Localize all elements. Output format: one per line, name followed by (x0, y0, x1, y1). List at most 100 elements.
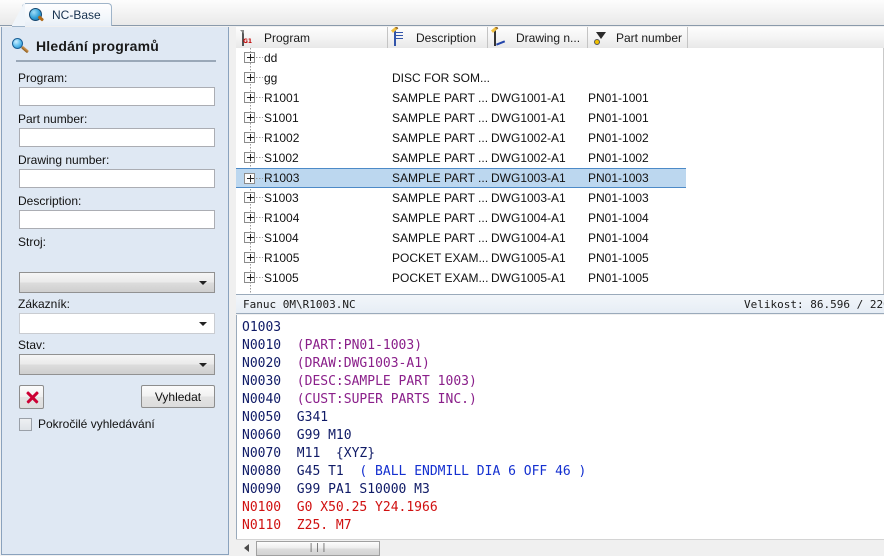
table-row[interactable]: S1002 SAMPLE PART ... DWG1002-A1 PN01-1002 (236, 148, 883, 168)
file-status-bar: Fanuc 0M\R1003.NC Velikost: 86.596 / 220… (236, 294, 884, 314)
tab-nc-base[interactable]: NC-Base (12, 2, 112, 27)
tree-connector (256, 157, 263, 158)
table-row[interactable]: dd (236, 48, 883, 68)
status-file-path: Fanuc 0M\R1003.NC (243, 297, 356, 311)
scrollbar-thumb[interactable]: ||| (256, 540, 380, 556)
tree-connector (256, 137, 263, 138)
combo-stav[interactable] (19, 354, 215, 375)
cell-part-number: PN01-1004 (588, 211, 649, 225)
globe-search-icon (29, 7, 45, 23)
table-row[interactable]: R1005 POCKET EXAM... DWG1005-A1 PN01-1005 (236, 248, 883, 268)
code-token: N0030 (242, 374, 297, 389)
column-header-filler (688, 27, 884, 48)
panel-splitter[interactable] (229, 27, 236, 556)
label-stroj: Stroj: (18, 235, 47, 249)
table-row[interactable]: gg DISC FOR SOM... (236, 68, 883, 88)
tree-connector (256, 237, 263, 238)
cell-drawing-number: DWG1002-A1 (491, 151, 566, 165)
cell-program: gg (264, 71, 278, 85)
expand-plus-icon[interactable] (244, 173, 255, 184)
cell-drawing-number: DWG1001-A1 (491, 111, 566, 125)
table-row[interactable]: S1004 SAMPLE PART ... DWG1004-A1 PN01-1004 (236, 228, 883, 248)
code-line: N0050 G341 (242, 409, 884, 427)
advanced-search-checkbox-row[interactable]: Pokročilé vyhledávání (19, 417, 155, 431)
cell-program: S1003 (264, 191, 299, 205)
expand-plus-icon[interactable] (244, 212, 255, 223)
cell-description: SAMPLE PART ... (392, 171, 489, 185)
search-input-description[interactable] (19, 210, 215, 229)
column-header-part-number-label: Part number (616, 30, 683, 45)
table-row[interactable]: S1005 POCKET EXAM... DWG1005-A1 PN01-1005 (236, 268, 883, 288)
panel-title: Hledání programů (12, 35, 159, 57)
table-row[interactable]: R1003 SAMPLE PART ... DWG1003-A1 PN01-1003 (236, 168, 686, 188)
code-token: N0100 G0 X50.25 Y24.1966 (242, 500, 438, 515)
program-page-icon (242, 29, 257, 46)
tree-connector (256, 257, 263, 258)
advanced-search-checkbox[interactable] (19, 417, 32, 431)
cell-part-number: PN01-1005 (588, 271, 649, 285)
table-row[interactable]: R1002 SAMPLE PART ... DWG1002-A1 PN01-1002 (236, 128, 883, 148)
application-window: NC-Base Hledání programů Program: Part n… (0, 0, 884, 556)
code-line: N0110 Z25. M7 (242, 517, 884, 535)
column-header-program[interactable]: Program (236, 27, 388, 48)
scroll-left-arrow-icon[interactable] (238, 541, 254, 556)
expand-plus-icon[interactable] (244, 152, 255, 163)
cell-program: S1005 (264, 271, 299, 285)
column-header-drawing-number[interactable]: Drawing n... (488, 27, 588, 48)
cell-description: SAMPLE PART ... (392, 191, 489, 205)
cell-part-number: PN01-1001 (588, 111, 649, 125)
editor-horizontal-scrollbar[interactable]: ||| (236, 539, 884, 556)
search-input-part-number[interactable] (19, 128, 215, 147)
expand-plus-icon[interactable] (244, 192, 255, 203)
magnifier-icon (12, 38, 30, 54)
combo-stroj[interactable] (19, 272, 215, 293)
tree-connector (256, 77, 263, 78)
advanced-search-label: Pokročilé vyhledávání (38, 417, 155, 431)
nc-code-editor[interactable]: O1003 N0010 (PART:PN01-1003) N0020 (DRAW:D… (236, 315, 884, 539)
expand-plus-icon[interactable] (244, 112, 255, 123)
search-input-drawing-number[interactable] (19, 169, 215, 188)
expand-plus-icon[interactable] (244, 252, 255, 263)
cell-drawing-number: DWG1004-A1 (491, 211, 566, 225)
expand-plus-icon[interactable] (244, 52, 255, 63)
cell-description: SAMPLE PART ... (392, 131, 489, 145)
combo-zakaznik[interactable] (19, 313, 215, 334)
code-comment: (DESC:SAMPLE PART 1003) (296, 374, 477, 389)
table-row[interactable]: S1001 SAMPLE PART ... DWG1001-A1 PN01-1001 (236, 108, 883, 128)
program-tree[interactable]: dd gg DISC FOR SOM... R1001 SAMPLE PART ... D… (236, 48, 884, 294)
cell-description: SAMPLE PART ... (392, 151, 489, 165)
tree-connector (256, 197, 263, 198)
code-comment: (CUST:SUPER PARTS INC.) (296, 392, 477, 407)
search-input-program[interactable] (19, 87, 215, 106)
table-row[interactable]: S1003 SAMPLE PART ... DWG1003-A1 PN01-1003 (236, 188, 883, 208)
search-button[interactable]: Vyhledat (141, 385, 215, 408)
panel-divider (16, 60, 216, 62)
column-header-row: Program Description Drawing n... Part nu… (236, 27, 884, 48)
column-header-part-number[interactable]: Part number (588, 27, 688, 48)
table-row[interactable]: R1004 SAMPLE PART ... DWG1004-A1 PN01-1004 (236, 208, 883, 228)
cell-part-number: PN01-1003 (588, 171, 649, 185)
expand-plus-icon[interactable] (244, 92, 255, 103)
tab-strip: NC-Base (0, 0, 884, 27)
code-comment: (DRAW:DWG1003-A1) (296, 356, 430, 371)
description-form-icon (394, 29, 409, 46)
clear-button[interactable] (19, 385, 44, 409)
expand-plus-icon[interactable] (244, 272, 255, 283)
column-header-description[interactable]: Description (388, 27, 488, 48)
expand-plus-icon[interactable] (244, 232, 255, 243)
code-comment: (PART:PN01-1003) (296, 338, 423, 353)
label-zakaznik: Zákazník: (18, 297, 71, 311)
code-token: N0050 G341 (242, 410, 329, 425)
cell-program: S1004 (264, 231, 299, 245)
scrollbar-grip: ||| (308, 543, 328, 553)
code-token: N0020 (242, 356, 297, 371)
expand-plus-icon[interactable] (244, 72, 255, 83)
label-stav: Stav: (18, 338, 46, 352)
label-description: Description: (18, 194, 82, 208)
tab-label: NC-Base (52, 8, 101, 22)
label-part-number: Part number: (18, 112, 88, 126)
table-row[interactable]: R1001 SAMPLE PART ... DWG1001-A1 PN01-1001 (236, 88, 883, 108)
cell-description: DISC FOR SOM... (392, 71, 491, 85)
code-token: N0040 (242, 392, 297, 407)
expand-plus-icon[interactable] (244, 132, 255, 143)
